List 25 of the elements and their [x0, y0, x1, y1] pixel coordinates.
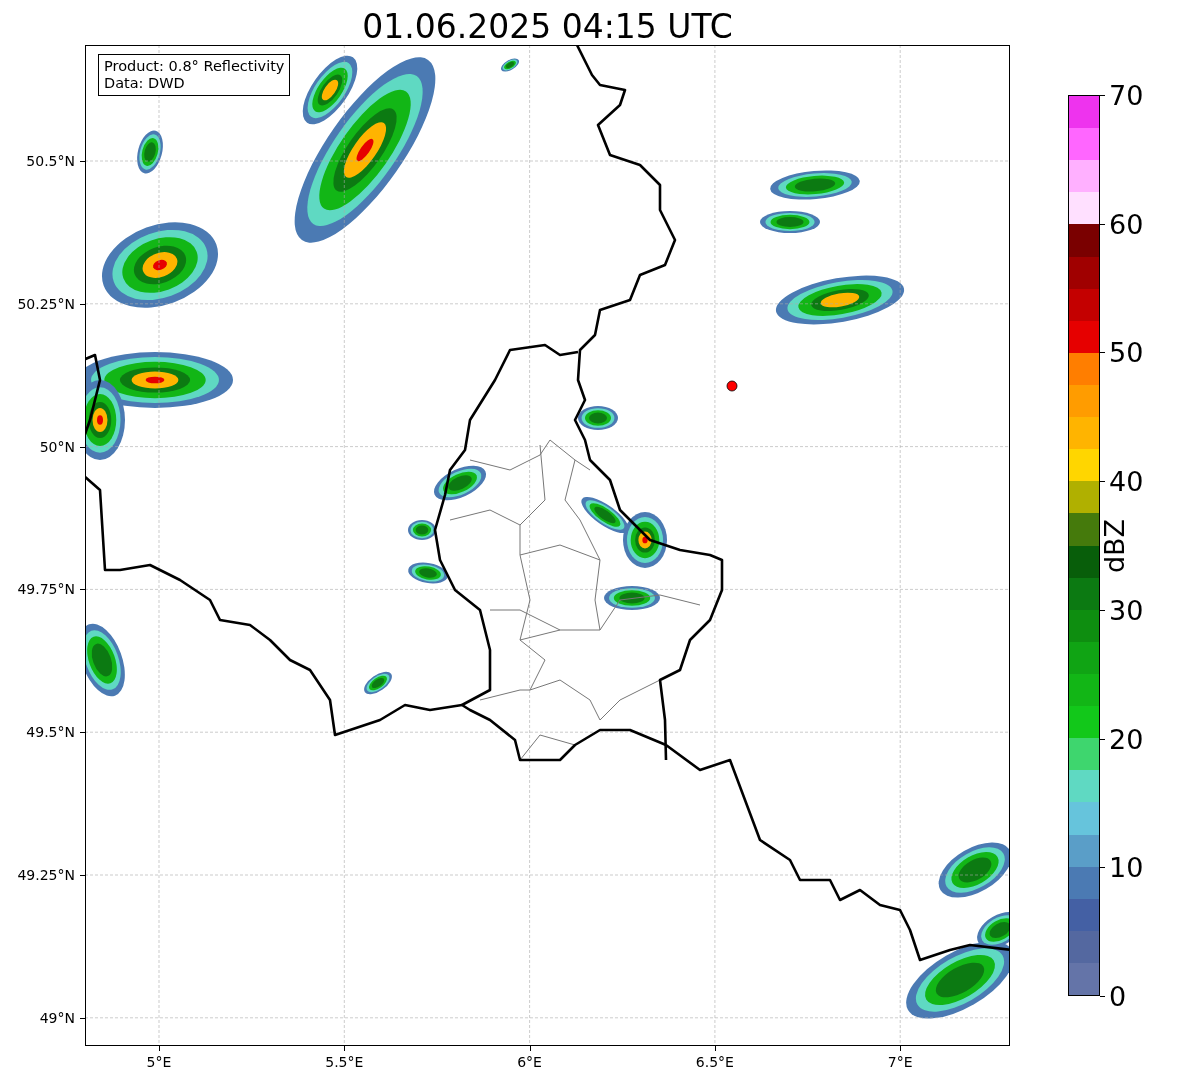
longitude-label: 6°E: [517, 1054, 542, 1070]
latitude-label: 50.25°N: [17, 295, 75, 312]
scale-tick-label: 40: [1109, 467, 1144, 495]
longitude-label: 7°E: [887, 1054, 913, 1070]
scale-tick-label: 10: [1109, 853, 1144, 881]
longitude-label: 5°E: [146, 1054, 172, 1070]
latitude-label: 50.5°N: [26, 153, 75, 169]
scale-tick-label: 70: [1109, 81, 1144, 109]
latitude-label: 49.25°N: [17, 867, 75, 883]
info-text: Data: DWD: [104, 75, 186, 92]
info-text: Product: 0.8° Reflectivity: [104, 58, 285, 75]
latitude-label: 49.75°N: [17, 581, 75, 598]
scale-tick-label: 50: [1109, 338, 1144, 366]
scale-tick-label: 20: [1109, 725, 1144, 753]
latitude-label: 49°N: [39, 1009, 75, 1026]
latitude-label: 49.5°N: [26, 724, 75, 741]
scale-tick-label: 60: [1109, 210, 1144, 238]
scale-tick-label: 0: [1109, 982, 1127, 1010]
chart-title: 01.06.2025 04:15 UTC: [362, 10, 733, 43]
latitude-label: 50°N: [39, 438, 75, 455]
scale-tick-label: 30: [1109, 596, 1144, 624]
longitude-label: 5.5°E: [325, 1054, 364, 1070]
scale-unit-label: dBZ: [1098, 518, 1130, 574]
radar-site-marker: [726, 380, 738, 392]
longitude-label: 6.5°E: [695, 1054, 734, 1070]
